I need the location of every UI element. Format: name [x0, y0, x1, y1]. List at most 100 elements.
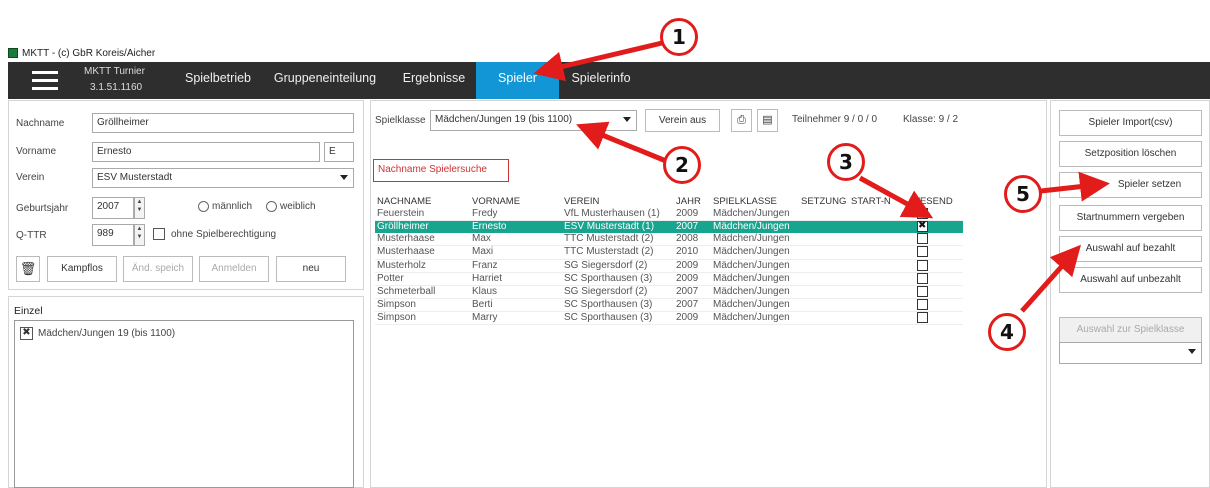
cell-jahr: 2009: [674, 311, 711, 326]
anwesend-checkbox[interactable]: [917, 298, 928, 310]
hamburger-menu-icon[interactable]: [32, 71, 58, 91]
table-row[interactable]: Musterholz Franz SG Siegersdorf (2) 2009 Mäd…: [375, 259, 963, 273]
callout-4: 4: [988, 313, 1026, 351]
vorname-initial-input[interactable]: E: [324, 142, 354, 162]
col-verein[interactable]: VEREIN: [562, 194, 674, 208]
chevron-down-icon: [623, 117, 631, 122]
anwesend-checkbox[interactable]: [917, 233, 928, 245]
anwesend-checkbox[interactable]: [917, 207, 928, 219]
callout-2: 2: [663, 146, 701, 184]
spielklasse-value: Mädchen/Jungen 19 (bis 1100): [435, 114, 573, 125]
cell-verein: SG Siegersdorf (2): [562, 259, 674, 273]
chevron-down-icon: [1188, 349, 1196, 354]
cell-anwesend: [909, 233, 963, 247]
verein-aus-button[interactable]: Verein aus: [645, 109, 720, 132]
anwesend-checkbox[interactable]: [917, 220, 928, 233]
col-vorname[interactable]: VORNAME: [470, 194, 562, 208]
cell-startnr: [849, 311, 909, 326]
cell-startnr: [849, 208, 909, 222]
col-nachname[interactable]: NACHNAME: [375, 194, 470, 208]
tab-spielbetrieb[interactable]: Spielbetrieb: [173, 62, 263, 99]
cell-nachname: Gröllheimer: [375, 220, 470, 234]
cell-anwesend: [909, 259, 963, 273]
table-row[interactable]: Gröllheimer Ernesto ESV Musterstadt (1) 200…: [375, 220, 963, 234]
cell-spielklasse: Mädchen/Jungen: [711, 311, 799, 326]
anwesend-checkbox[interactable]: [917, 272, 928, 284]
app-name: MKTT Turnier: [84, 66, 145, 77]
table-row[interactable]: Feuerstein Fredy VfL Musterhausen (1) 2009 M…: [375, 207, 963, 222]
col-anwesend[interactable]: WESEND: [909, 194, 963, 208]
tab-spielerinfo[interactable]: Spielerinfo: [559, 62, 643, 99]
table-row[interactable]: Potter Harriet SC Sporthausen (3) 2009 Mädch…: [375, 272, 963, 286]
verein-select[interactable]: ESV Musterstadt: [92, 168, 354, 188]
female-radio[interactable]: [266, 201, 277, 212]
aenderung-speichern-button[interactable]: Änd. speich: [123, 256, 193, 282]
trash-icon[interactable]: 🗑: [16, 256, 40, 282]
klasse-count: Klasse: 9 / 2: [903, 114, 959, 125]
neu-button[interactable]: neu: [276, 256, 346, 282]
qttr-input[interactable]: 989: [92, 224, 134, 246]
table-row[interactable]: Simpson Berti SC Sporthausen (3) 2007 Mädche…: [375, 298, 963, 313]
cell-spielklasse: Mädchen/Jungen: [711, 259, 799, 273]
cell-spielklasse: Mädchen/Jungen: [711, 245, 799, 260]
app-icon: [8, 48, 18, 58]
anwesend-checkbox[interactable]: [917, 312, 928, 324]
qttr-label: Q-TTR: [16, 230, 47, 241]
callout-1: 1: [660, 18, 698, 56]
cell-jahr: 2009: [674, 272, 711, 286]
cell-jahr: 2009: [674, 259, 711, 273]
anwesend-checkbox[interactable]: [917, 246, 928, 258]
col-jahr[interactable]: JAHR: [674, 194, 711, 208]
auswahl-unbezahlt-button[interactable]: Auswahl auf unbezahlt: [1059, 267, 1202, 293]
nachname-input[interactable]: Gröllheimer: [92, 113, 354, 133]
table-row[interactable]: Simpson Marry SC Sporthausen (3) 2009 Mädche…: [375, 311, 963, 326]
col-setzung[interactable]: SETZUNG: [799, 194, 849, 208]
cell-startnr: [849, 245, 909, 260]
ohne-spielberechtigung-checkbox[interactable]: [153, 228, 165, 240]
kampflos-button[interactable]: Kampflos: [47, 256, 117, 282]
vorname-label: Vorname: [16, 146, 57, 157]
tab-spieler[interactable]: Spieler: [476, 62, 559, 99]
tab-gruppeneinteilung[interactable]: Gruppeneinteilung: [263, 62, 387, 99]
cell-nachname: Potter: [375, 272, 470, 286]
spielklasse-select[interactable]: Mädchen/Jungen 19 (bis 1100): [430, 110, 637, 131]
print-icon[interactable]: ⎙: [731, 109, 752, 132]
geburtsjahr-input[interactable]: 2007: [92, 197, 134, 219]
table-row[interactable]: Musterhaase Max TTC Musterstadt (2) 2008 Mäd…: [375, 233, 963, 247]
setzposition-loeschen-button[interactable]: Setzposition löschen: [1059, 141, 1202, 167]
cell-jahr: 2008: [674, 233, 711, 247]
table-row[interactable]: Schmeterball Klaus SG Siegersdorf (2) 2007 M…: [375, 285, 963, 299]
spielklasse-target-select[interactable]: [1059, 342, 1202, 364]
startnummern-vergeben-button[interactable]: Startnummern vergeben: [1059, 205, 1202, 231]
cell-anwesend: [909, 220, 963, 234]
cell-startnr: [849, 285, 909, 299]
vorname-input[interactable]: Ernesto: [92, 142, 320, 162]
table-row[interactable]: Musterhaase Maxi TTC Musterstadt (2) 2010 Mä…: [375, 245, 963, 260]
auswahl-zur-spielklasse-button[interactable]: Auswahl zur Spielklasse: [1059, 317, 1202, 343]
tab-ergebnisse[interactable]: Ergebnisse: [389, 62, 479, 99]
cell-startnr: [849, 220, 909, 234]
einzel-item-checkbox[interactable]: ✖: [20, 327, 33, 340]
spieler-setzen-button[interactable]: Spieler setzen: [1059, 172, 1202, 198]
auswahl-bezahlt-button[interactable]: Auswahl auf bezahlt: [1059, 236, 1202, 262]
cell-setzung: [799, 245, 849, 260]
cell-spielklasse: Mädchen/Jungen: [711, 272, 799, 286]
geburtsjahr-stepper[interactable]: ▲ ▼: [134, 197, 145, 219]
spieler-import-button[interactable]: Spieler Import(csv): [1059, 110, 1202, 136]
qttr-stepper[interactable]: ▲ ▼: [134, 224, 145, 246]
male-radio[interactable]: [198, 201, 209, 212]
col-spielklasse[interactable]: SPIELKLASSE: [711, 194, 799, 208]
export-icon[interactable]: ▤: [757, 109, 778, 132]
cell-setzung: [799, 220, 849, 234]
col-startnr[interactable]: START-N: [849, 194, 909, 208]
cell-startnr: [849, 259, 909, 273]
cell-verein: SC Sporthausen (3): [562, 298, 674, 313]
spielersuche-input[interactable]: Nachname Spielersuche: [373, 159, 509, 182]
cell-nachname: Feuerstein: [375, 208, 470, 222]
cell-startnr: [849, 233, 909, 247]
cell-vorname: Harriet: [470, 272, 562, 286]
anwesend-checkbox[interactable]: [917, 259, 928, 271]
anwesend-checkbox[interactable]: [917, 285, 928, 297]
anmelden-button[interactable]: Anmelden: [199, 256, 269, 282]
cell-spielklasse: Mädchen/Jungen: [711, 298, 799, 313]
